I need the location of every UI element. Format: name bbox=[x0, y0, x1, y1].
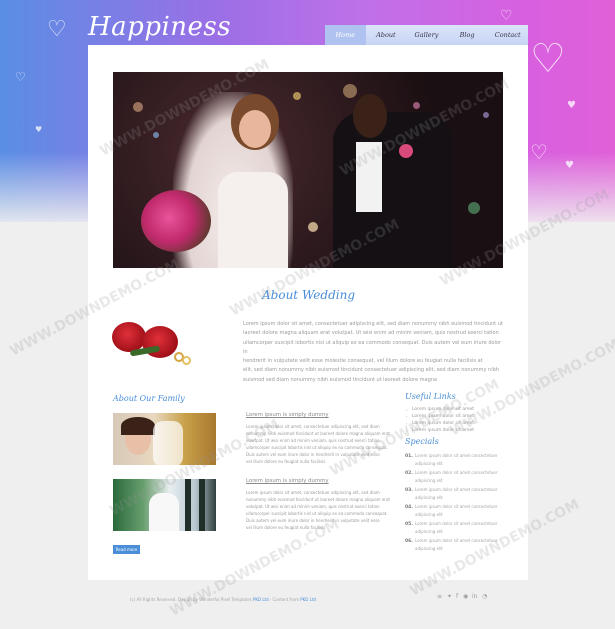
footer-link[interactable]: PKD Ltd bbox=[253, 597, 269, 602]
footer-link[interactable]: PKD Ltd bbox=[300, 597, 316, 602]
heart-icon: ♡ bbox=[15, 70, 26, 84]
footer-text: (c) All Rights Reserved. Design by Wonde… bbox=[130, 597, 316, 602]
heart-icon: ♡ bbox=[500, 8, 513, 24]
googleplus-icon[interactable]: ◉ bbox=[463, 593, 468, 600]
nav-home[interactable]: Home bbox=[325, 25, 366, 45]
useful-link-2[interactable]: Lorem ipsum dolor sit amet bbox=[412, 414, 474, 419]
heart-icon: ♥ bbox=[35, 125, 43, 134]
roses-image bbox=[110, 318, 202, 370]
family-photo-2 bbox=[113, 479, 216, 531]
about-paragraph: Lorem ipsum dolor sit amet, consectetuer… bbox=[243, 321, 503, 383]
facebook-icon[interactable]: f bbox=[456, 593, 458, 600]
bullet-icon: › bbox=[406, 414, 408, 419]
bullet-icon: › bbox=[406, 407, 408, 412]
heart-icon: ♡ bbox=[530, 140, 548, 164]
linkedin-icon[interactable]: in bbox=[472, 593, 477, 600]
family-item-1-subtitle[interactable]: Lorem ipsum is simply dummy bbox=[246, 412, 329, 418]
useful-link-3[interactable]: Lorem ipsum dolor sit amet bbox=[412, 421, 474, 426]
heart-icon: ♥ bbox=[567, 100, 576, 111]
family-item-2-subtitle[interactable]: Lorem ipsum is simply dummy bbox=[246, 478, 329, 484]
main-nav: Home About Gallery Blog Contact bbox=[325, 25, 528, 45]
read-more-button[interactable]: Read more bbox=[113, 545, 140, 554]
nav-blog[interactable]: Blog bbox=[447, 25, 488, 45]
useful-link-4[interactable]: Lorem ipsum dolor sit amet bbox=[412, 428, 474, 433]
heart-icon: ♡ bbox=[47, 17, 67, 42]
useful-links-title: Useful Links bbox=[405, 392, 456, 401]
specials-title: Specials bbox=[405, 437, 439, 446]
twitter-icon[interactable]: ✦ bbox=[447, 593, 452, 600]
heart-icon: ♡ bbox=[530, 36, 566, 82]
nav-gallery[interactable]: Gallery bbox=[406, 25, 447, 45]
nav-contact[interactable]: Contact bbox=[487, 25, 528, 45]
feed-icon[interactable]: ◔ bbox=[482, 593, 487, 600]
bullet-icon: › bbox=[406, 421, 408, 426]
useful-link-1[interactable]: Lorem ipsum dolor sit amet bbox=[412, 407, 474, 412]
site-logo[interactable]: Happiness bbox=[88, 12, 231, 42]
nav-about[interactable]: About bbox=[366, 25, 407, 45]
family-item-1-text: Lorem ipsum dolor sit amet, consectetuer… bbox=[246, 424, 390, 464]
heart-icon: ♥ bbox=[565, 160, 574, 171]
bullet-icon: › bbox=[406, 428, 408, 433]
rss-icon[interactable]: ≡ bbox=[437, 593, 442, 600]
family-item-2-text: Lorem ipsum dolor sit amet, consectetuer… bbox=[246, 490, 390, 530]
family-photo-1 bbox=[113, 413, 216, 465]
family-title: About Our Family bbox=[113, 394, 185, 403]
about-title: About Wedding bbox=[262, 288, 356, 302]
hero-photo bbox=[113, 72, 503, 268]
